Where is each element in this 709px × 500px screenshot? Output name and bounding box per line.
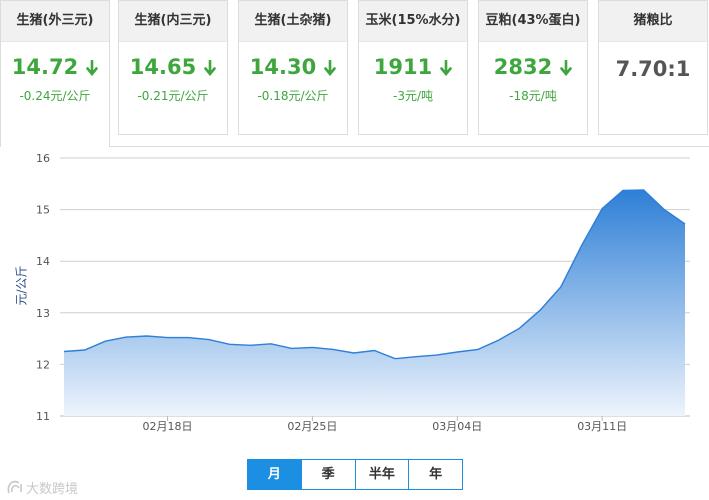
card-title: 豆粕(43%蛋白) xyxy=(479,1,587,42)
down-arrow-icon xyxy=(560,56,573,82)
card-value: 14.30 xyxy=(239,54,347,80)
y-tick-label: 13 xyxy=(36,307,50,320)
y-tick-label: 15 xyxy=(36,204,50,217)
card-change: -0.18元/公斤 xyxy=(257,89,329,103)
watermark-text: 大数跨境 xyxy=(26,482,79,497)
card-change: -3元/吨 xyxy=(392,89,433,103)
y-tick-label: 14 xyxy=(36,255,50,268)
down-arrow-icon xyxy=(86,56,99,82)
range-month-button[interactable]: 月 xyxy=(248,460,301,489)
card-hog-native[interactable]: 生猪(土杂猪) 14.30 -0.18元/公斤 xyxy=(238,0,348,135)
card-title: 玉米(15%水分) xyxy=(359,1,467,42)
card-soymeal[interactable]: 豆粕(43%蛋白) 2832 -18元/吨 xyxy=(478,0,588,135)
price-chart: 16 15 14 13 12 11 02月18日 02月25日 03月04日 03月11日 元/公… xyxy=(0,148,709,448)
price-cards: 生猪(外三元) 14.72 -0.24元/公斤 生猪(内三元) 14.65 -0… xyxy=(0,0,709,150)
card-title: 猪粮比 xyxy=(599,1,707,42)
y-tick-label: 11 xyxy=(36,410,50,423)
range-halfyear-button[interactable]: 半年 xyxy=(354,460,409,489)
card-title: 生猪(土杂猪) xyxy=(239,1,347,42)
card-value: 14.72 xyxy=(1,54,109,80)
card-change: -18元/吨 xyxy=(509,89,557,103)
card-hog-inner[interactable]: 生猪(内三元) 14.65 -0.21元/公斤 xyxy=(118,0,228,135)
range-selector: 月 季 半年 年 xyxy=(247,459,463,490)
area-fill xyxy=(64,190,685,416)
card-title: 生猪(内三元) xyxy=(119,1,227,42)
x-tick-label: 02月25日 xyxy=(287,420,337,433)
y-axis-label: 元/公斤 xyxy=(14,265,29,306)
x-tick-label: 02月18日 xyxy=(143,420,193,433)
down-arrow-icon xyxy=(440,56,453,82)
x-tick-label: 03月04日 xyxy=(432,420,482,433)
y-tick-label: 12 xyxy=(36,358,50,371)
card-value: 7.70:1 xyxy=(615,57,691,81)
down-arrow-icon xyxy=(324,56,337,82)
card-value: 14.65 xyxy=(119,54,227,80)
card-title: 生猪(外三元) xyxy=(1,1,109,42)
card-hog-outer[interactable]: 生猪(外三元) 14.72 -0.24元/公斤 xyxy=(0,0,110,147)
card-corn[interactable]: 玉米(15%水分) 1911 -3元/吨 xyxy=(358,0,468,135)
chart-svg: 16 15 14 13 12 11 02月18日 02月25日 03月04日 03月11日 xyxy=(36,152,690,433)
x-tick-label: 03月11日 xyxy=(577,420,627,433)
card-hog-grain-ratio[interactable]: 猪粮比 7.70:1 xyxy=(598,0,708,135)
watermark: 大数跨境 xyxy=(6,478,78,500)
range-year-button[interactable]: 年 xyxy=(408,460,462,489)
y-tick-label: 16 xyxy=(36,152,50,165)
watermark-logo-icon xyxy=(6,480,24,500)
card-value: 1911 xyxy=(359,54,467,80)
range-quarter-button[interactable]: 季 xyxy=(300,460,355,489)
card-change: -0.21元/公斤 xyxy=(137,89,209,103)
card-value: 2832 xyxy=(479,54,587,80)
down-arrow-icon xyxy=(204,56,217,82)
card-change: -0.24元/公斤 xyxy=(19,89,91,103)
